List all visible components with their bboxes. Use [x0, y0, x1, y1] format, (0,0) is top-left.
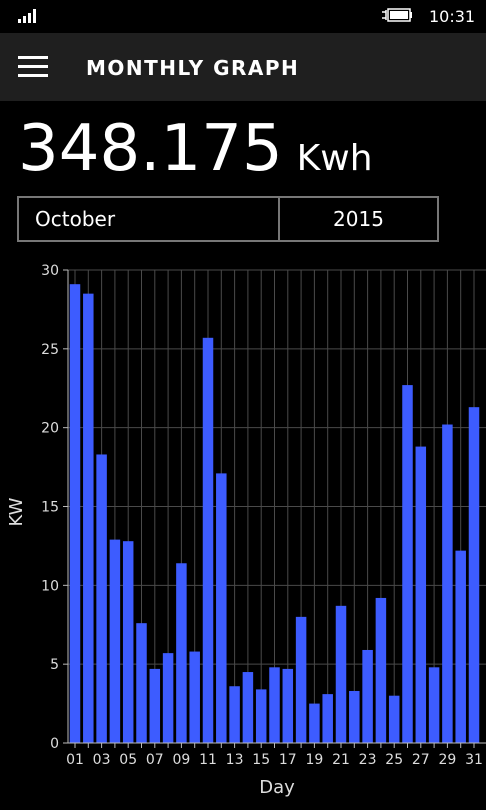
x-tick-label: 07	[146, 752, 164, 768]
month-selector[interactable]: October	[19, 198, 280, 240]
page-title: MONTHLY GRAPH	[86, 56, 300, 80]
y-axis-label: KW	[6, 497, 27, 526]
total-energy: 348.175 Kwh	[18, 112, 373, 186]
x-tick-label: 29	[438, 752, 456, 768]
bar-day-03	[96, 454, 107, 743]
y-tick-label: 5	[50, 657, 59, 673]
x-tick-label: 25	[385, 752, 403, 768]
bar-day-23	[362, 649, 373, 743]
x-axis-label: Day	[259, 777, 295, 798]
bar-day-04	[109, 539, 121, 743]
x-tick-label: 01	[66, 752, 84, 768]
bar-day-13	[229, 686, 240, 743]
total-value: 348.175	[18, 112, 283, 186]
bar-day-24	[375, 597, 387, 743]
bar-day-22	[349, 690, 360, 743]
y-tick-label: 0	[50, 736, 59, 752]
y-tick-label: 20	[41, 421, 59, 437]
x-tick-label: 31	[465, 752, 483, 768]
bar-day-01	[69, 284, 81, 743]
bar-day-18	[295, 616, 307, 743]
y-tick-label: 15	[41, 500, 59, 516]
bar-day-16	[269, 667, 280, 743]
bar-day-26	[402, 385, 413, 743]
bar-day-07	[149, 668, 161, 743]
battery-charging-icon	[382, 8, 412, 22]
bar-day-28	[428, 667, 440, 743]
x-tick-label: 03	[93, 752, 111, 768]
bar-day-11	[202, 337, 214, 743]
bar-day-08	[162, 653, 174, 743]
date-picker: October 2015	[17, 196, 439, 242]
x-tick-label: 05	[119, 752, 137, 768]
x-tick-label: 11	[199, 752, 217, 768]
y-tick-label: 30	[41, 263, 59, 279]
bar-day-19	[309, 703, 320, 743]
bar-day-31	[468, 407, 480, 743]
x-tick-label: 15	[252, 752, 270, 768]
bar-day-15	[255, 689, 267, 743]
x-tick-label: 13	[226, 752, 244, 768]
x-tick-label: 09	[172, 752, 190, 768]
bar-day-06	[136, 623, 147, 743]
monthly-bar-chart: 05101520253001 03 05 07 09 11 13 15 17 19 21 23 25 27…	[6, 263, 486, 798]
bar-day-25	[388, 695, 400, 743]
bar-day-27	[415, 446, 427, 743]
menu-icon[interactable]	[18, 55, 50, 79]
y-tick-label: 10	[41, 578, 59, 594]
bar-day-09	[176, 563, 187, 743]
app-header: MONTHLY GRAPH	[0, 33, 486, 101]
x-tick-label: 23	[359, 752, 377, 768]
bar-day-10	[189, 651, 200, 743]
status-bar: 10:31	[0, 0, 486, 33]
year-selector[interactable]: 2015	[280, 198, 437, 240]
bar-day-30	[455, 550, 466, 743]
signal-icon	[18, 9, 36, 23]
x-tick-label: 19	[305, 752, 323, 768]
status-time: 10:31	[429, 7, 476, 26]
x-tick-label: 21	[332, 752, 350, 768]
y-tick-label: 25	[41, 342, 59, 358]
bar-day-20	[322, 694, 333, 743]
bar-day-17	[282, 668, 294, 743]
bar-day-21	[335, 605, 347, 743]
x-tick-label: 27	[412, 752, 430, 768]
bar-day-05	[122, 541, 134, 743]
bar-day-02	[83, 293, 94, 743]
x-tick-label: 17	[279, 752, 297, 768]
bar-day-29	[442, 424, 453, 743]
total-unit: Kwh	[296, 138, 373, 179]
bar-day-12	[216, 473, 227, 743]
bar-day-14	[242, 672, 254, 743]
